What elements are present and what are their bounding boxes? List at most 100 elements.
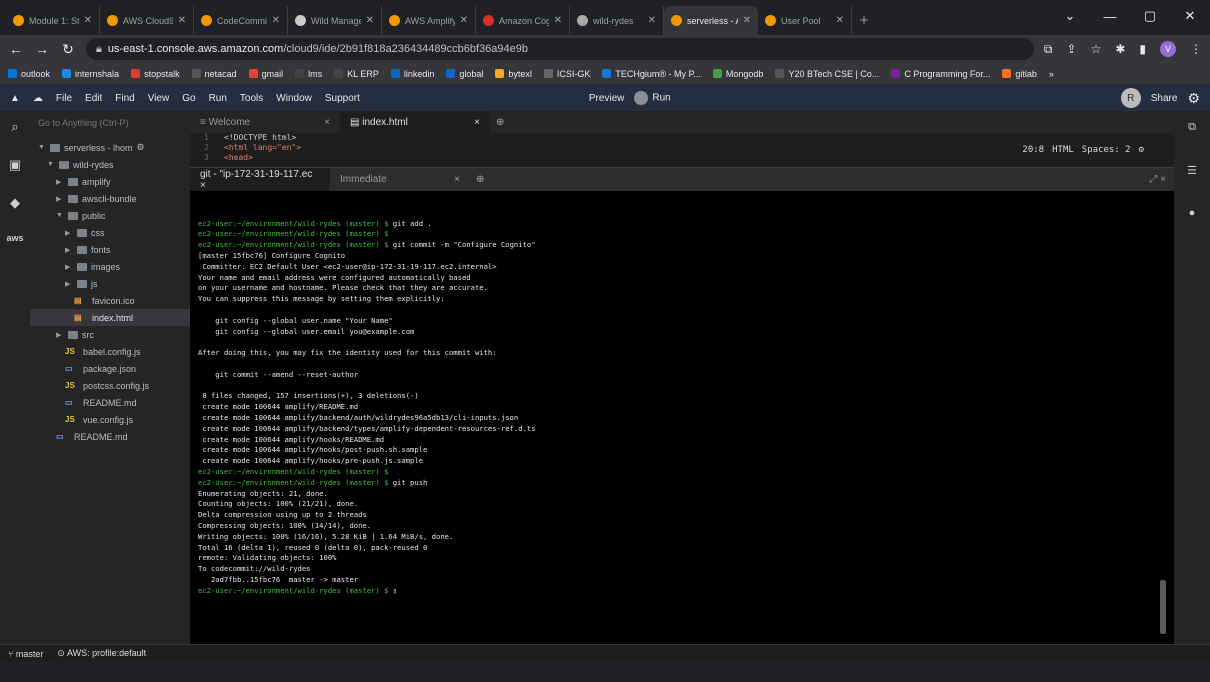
bookmarks-overflow-icon[interactable]: »	[1049, 69, 1054, 79]
search-icon[interactable]: ⌕	[11, 119, 18, 135]
tab-close-icon[interactable]: ✕	[84, 15, 92, 26]
browser-tab[interactable]: CodeCommit ✕	[194, 6, 288, 35]
bookmark-item[interactable]: internshala	[62, 69, 119, 79]
outline-icon[interactable]: ☰	[1187, 164, 1197, 177]
tab-close-icon[interactable]: ✕	[272, 15, 280, 26]
bookmark-item[interactable]: Mongodb	[712, 69, 763, 79]
extensions-icon[interactable]: ✱	[1115, 42, 1125, 56]
menu-support[interactable]: Support	[325, 93, 360, 104]
bookmark-item[interactable]: global	[446, 69, 483, 79]
bookmark-item[interactable]: lms	[295, 69, 322, 79]
add-terminal-icon[interactable]: ⊕	[470, 174, 484, 185]
tab-close-icon[interactable]: ✕	[178, 15, 186, 26]
tree-file[interactable]: ▤ favicon.ico	[30, 292, 190, 309]
aws-profile[interactable]: ⊙ AWS: profile:default	[57, 648, 146, 659]
menu-tools[interactable]: Tools	[240, 93, 263, 104]
tree-folder[interactable]: ▶ amplify	[30, 173, 190, 190]
cloud9-logo-icon[interactable]: ☁	[33, 93, 43, 104]
terminal[interactable]: ec2-user:~/environment/wild-rydes (maste…	[190, 191, 1174, 644]
editor-tab[interactable]: ▤ index.html ×	[340, 111, 490, 133]
run-button[interactable]: Run	[634, 91, 671, 105]
tree-folder[interactable]: ▼ serverless - lhom ⚙	[30, 139, 190, 156]
menu-run[interactable]: Run	[209, 93, 227, 104]
menu-edit[interactable]: Edit	[85, 93, 102, 104]
new-tab-button[interactable]: +	[852, 6, 876, 35]
tree-file[interactable]: ▤ index.html	[30, 309, 190, 326]
bookmark-item[interactable]: netacad	[191, 69, 237, 79]
browser-tab[interactable]: User Pool ✕	[758, 6, 852, 35]
terminal-tab[interactable]: Immediate ×	[330, 168, 470, 192]
user-avatar[interactable]: R	[1120, 88, 1141, 108]
tree-settings-icon[interactable]: ⚙	[137, 142, 145, 153]
tree-file[interactable]: ▭ package.json	[30, 360, 190, 377]
go-to-anything-input[interactable]: Go to Anything (Ctrl-P)	[34, 115, 186, 133]
bookmark-item[interactable]: Y20 BTech CSE | Co...	[775, 69, 879, 79]
browser-tab[interactable]: serverless - Al ✕	[664, 6, 758, 35]
source-control-icon[interactable]: ◆	[10, 195, 20, 211]
bookmark-item[interactable]: gitlab	[1002, 69, 1037, 79]
git-branch[interactable]: ⑂ master	[8, 649, 43, 659]
close-window-button[interactable]: ✕	[1170, 0, 1210, 32]
tab-close-icon[interactable]: ✕	[554, 15, 562, 26]
menu-window[interactable]: Window	[276, 93, 312, 104]
minimize-button[interactable]: —	[1090, 0, 1130, 32]
tree-folder[interactable]: ▶ css	[30, 224, 190, 241]
editor-gear-icon[interactable]: ⚙	[1139, 145, 1144, 155]
bookmark-item[interactable]: gmail	[248, 69, 283, 79]
tab-search-icon[interactable]: ⌄	[1050, 0, 1090, 32]
tab-close-icon[interactable]: ✕	[648, 15, 656, 26]
share-page-icon[interactable]: ⇪	[1067, 42, 1077, 56]
tab-close-icon[interactable]: ✕	[836, 15, 844, 26]
tree-folder[interactable]: ▶ src	[30, 326, 190, 343]
tree-folder[interactable]: ▶ awscli-bundle	[30, 190, 190, 207]
browser-menu-icon[interactable]: ⋮	[1190, 42, 1202, 56]
terminal-scrollbar[interactable]	[1160, 580, 1166, 634]
tab-close-icon[interactable]: ✕	[460, 15, 468, 26]
translate-icon[interactable]: ⧉	[1044, 42, 1053, 57]
add-tab-icon[interactable]: ⊕	[490, 117, 504, 128]
bookmark-item[interactable]: outlook	[8, 69, 50, 79]
editor-tab-close-icon[interactable]: ×	[324, 117, 330, 128]
sidepanel-icon[interactable]: ▮	[1139, 42, 1146, 56]
terminal-tab-close-icon[interactable]: ×	[454, 174, 460, 185]
tree-folder[interactable]: ▼ public	[30, 207, 190, 224]
browser-tab[interactable]: wild-rydes ✕	[570, 6, 664, 35]
browser-tab[interactable]: AWS Cloud9 ✕	[100, 6, 194, 35]
editor-tab-close-icon[interactable]: ×	[474, 117, 480, 128]
bookmark-item[interactable]: ICSI-GK	[543, 69, 590, 79]
tree-folder[interactable]: ▶ images	[30, 258, 190, 275]
tab-close-icon[interactable]: ✕	[366, 15, 374, 26]
bookmark-item[interactable]: bytexl	[495, 69, 532, 79]
tree-file[interactable]: JS postcss.config.js	[30, 377, 190, 394]
forward-icon[interactable]: →	[34, 41, 50, 57]
collapse-menu-icon[interactable]: ▲	[10, 93, 20, 104]
bookmark-item[interactable]: linkedin	[390, 69, 434, 79]
reload-icon[interactable]: ↻	[60, 41, 76, 58]
debugger-icon[interactable]: ●	[1189, 207, 1196, 219]
tree-folder[interactable]: ▶ js	[30, 275, 190, 292]
code-editor[interactable]: 20:8 HTML Spaces: 2 ⚙ 1 <!DOCTYPE html> 2 <…	[190, 133, 1174, 167]
settings-gear-icon[interactable]: ⚙	[1187, 90, 1200, 107]
browser-tab[interactable]: Wild Manage ✕	[288, 6, 382, 35]
menu-find[interactable]: Find	[115, 93, 134, 104]
terminal-maximize-icon[interactable]: ⤢ ×	[1149, 174, 1174, 185]
profile-avatar[interactable]: V	[1160, 41, 1176, 57]
url-input[interactable]: 🔒︎ us-east-1.console.aws.amazon.com/clou…	[86, 38, 1034, 60]
browser-tab[interactable]: AWS Amplify ✕	[382, 6, 476, 35]
browser-tab[interactable]: Module 1: Sta ✕	[6, 6, 100, 35]
bookmark-item[interactable]: TECHgium® - My P...	[602, 69, 701, 79]
collaborate-icon[interactable]: ⧉	[1188, 121, 1196, 134]
bookmark-star-icon[interactable]: ☆	[1091, 42, 1102, 56]
editor-tab[interactable]: ≡ Welcome ×	[190, 111, 340, 133]
tree-folder[interactable]: ▼ wild-rydes	[30, 156, 190, 173]
environment-icon[interactable]: ▣	[9, 157, 21, 173]
tree-file[interactable]: ▭ README.md	[30, 394, 190, 411]
back-icon[interactable]: ←	[8, 41, 24, 57]
share-button[interactable]: Share	[1151, 93, 1178, 104]
tab-close-icon[interactable]: ✕	[743, 15, 751, 26]
aws-icon[interactable]: aws	[6, 233, 23, 243]
bookmark-item[interactable]: KL ERP	[334, 69, 379, 79]
maximize-button[interactable]: ▢	[1130, 0, 1170, 32]
preview-button[interactable]: Preview	[589, 93, 625, 104]
indent-setting[interactable]: Spaces: 2	[1082, 145, 1131, 155]
